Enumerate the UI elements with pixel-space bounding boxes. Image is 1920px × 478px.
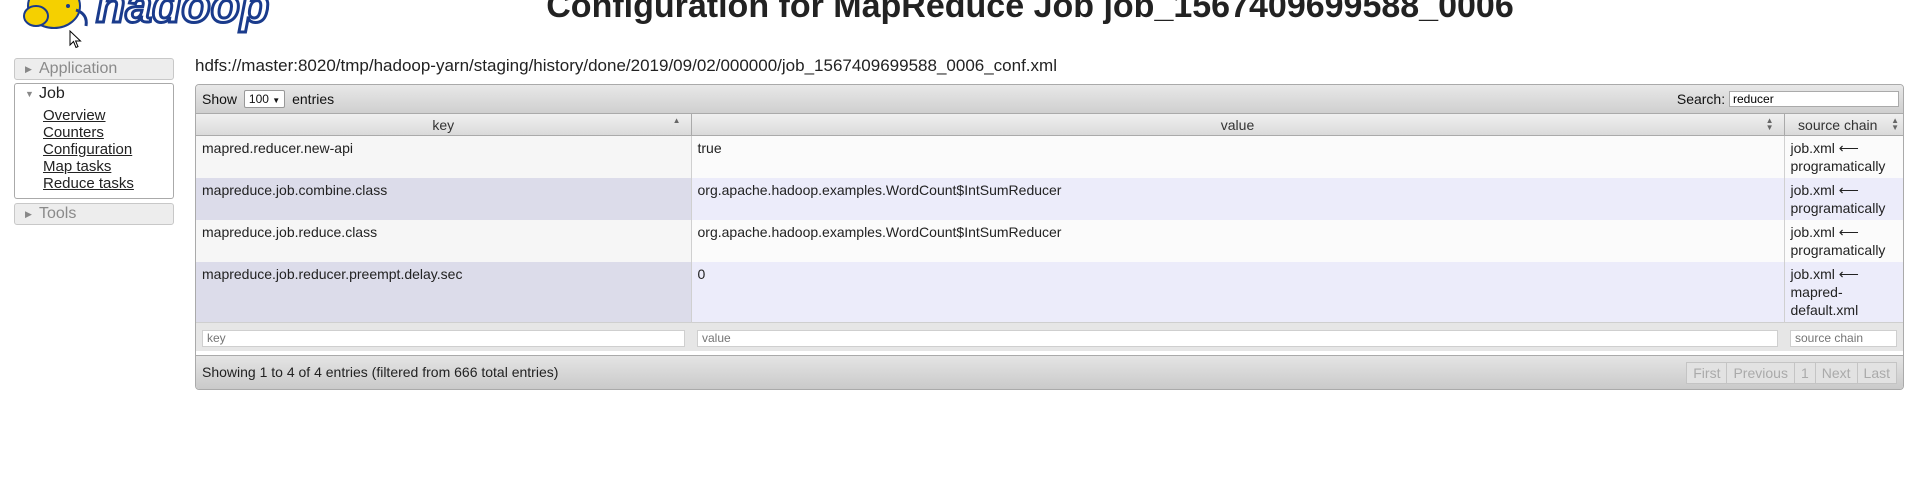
table-row: mapreduce.job.reducer.preempt.delay.sec … [196, 262, 1903, 323]
page-header: hadoop Configuration for MapReduce Job j… [0, 0, 1920, 44]
filter-row [196, 322, 1903, 351]
page-length-value: 100 [248, 92, 269, 106]
sort-asc-icon: ▲ [672, 116, 681, 125]
triangle-right-icon: ▶ [25, 209, 32, 219]
conf-table: key ▲ value ▲ ▼ source chain ▲ ▼ mapred.reduc… [196, 114, 1903, 351]
table-row: mapreduce.job.reduce.class org.apache.ha… [196, 220, 1903, 262]
conf-table-wrapper: Show 100 ▼ entries Search: key ▲ value ▲▼ … [195, 84, 1904, 390]
table-info: Showing 1 to 4 of 4 entries (filtered fr… [202, 364, 559, 380]
column-label: source chain [1798, 116, 1878, 133]
cell-value: 0 [691, 262, 1785, 323]
column-header-value[interactable]: value ▲ ▼ [691, 114, 1785, 136]
cell-key: mapreduce.job.reducer.preempt.delay.sec [196, 262, 692, 323]
pagination: First Previous 1 Next Last [1686, 362, 1897, 384]
cell-source: job.xml ⟵ programatically [1784, 178, 1903, 220]
sort-both-icon: ▲ ▼ [1765, 116, 1774, 132]
cell-value: true [691, 135, 1785, 178]
filter-source-input[interactable] [1790, 329, 1897, 347]
column-label: key [432, 116, 455, 133]
link-reduce-tasks[interactable]: Reduce tasks [43, 175, 173, 192]
page-length-select[interactable]: 100 ▼ [243, 90, 286, 108]
link-overview[interactable]: Overview [43, 107, 173, 124]
sort-both-icon: ▲ ▼ [1891, 116, 1899, 132]
cell-source: job.xml ⟵ mapred-default.xml [1784, 262, 1903, 323]
filter-key-input[interactable] [202, 329, 685, 347]
cell-value: org.apache.hadoop.examples.WordCount$Int… [691, 220, 1785, 262]
pager-page-1-button[interactable]: 1 [1793, 362, 1816, 384]
cell-key: mapred.reducer.new-api [196, 135, 692, 178]
page-title: Configuration for MapReduce Job job_1567… [546, 0, 1514, 25]
sidebar-section-job[interactable]: ▼ Job [14, 83, 174, 104]
dropdown-arrow-icon: ▼ [272, 96, 281, 105]
sidebar-section-label: Application [39, 60, 118, 77]
show-label: Show [202, 91, 238, 107]
conf-file-path: hdfs://master:8020/tmp/hadoop-yarn/stagi… [195, 56, 1057, 75]
search-control: Search: [1677, 85, 1899, 113]
column-header-source-chain[interactable]: source chain ▲ ▼ [1784, 114, 1903, 136]
cell-key: mapreduce.job.combine.class [196, 178, 692, 220]
mouse-cursor-icon [69, 30, 82, 49]
search-input[interactable] [1729, 91, 1899, 107]
pager-next-button[interactable]: Next [1814, 362, 1858, 384]
column-label: value [1220, 116, 1255, 133]
pager-first-button[interactable]: First [1686, 362, 1728, 384]
table-toolbar: Show 100 ▼ entries Search: [196, 85, 1903, 114]
job-links: Overview Counters Configuration Map task… [14, 104, 174, 199]
entries-label: entries [292, 91, 335, 107]
triangle-right-icon: ▶ [25, 64, 32, 74]
pager-last-button[interactable]: Last [1856, 362, 1897, 384]
link-map-tasks[interactable]: Map tasks [43, 158, 173, 175]
table-footer: Showing 1 to 4 of 4 entries (filtered fr… [196, 355, 1903, 389]
link-configuration[interactable]: Configuration [43, 141, 173, 158]
cell-key: mapreduce.job.reduce.class [196, 220, 692, 262]
column-header-key[interactable]: key ▲ [196, 114, 692, 136]
pager-previous-button[interactable]: Previous [1726, 362, 1795, 384]
sidebar-section-label: Tools [39, 205, 77, 222]
triangle-down-icon: ▼ [25, 89, 34, 99]
cell-source: job.xml ⟵ programatically [1784, 135, 1903, 178]
cell-source: job.xml ⟵ programatically [1784, 220, 1903, 262]
table-row: mapred.reducer.new-api true job.xml ⟵ pr… [196, 135, 1903, 178]
sidebar-section-tools[interactable]: ▶ Tools [14, 203, 174, 225]
search-label: Search: [1676, 91, 1726, 107]
sidebar: ▶ Application ▼ Job Overview Counters Conf… [14, 58, 174, 228]
page-length-control: Show 100 ▼ entries [202, 85, 334, 113]
filter-value-input[interactable] [697, 329, 1778, 347]
link-counters[interactable]: Counters [43, 124, 173, 141]
table-row: mapreduce.job.combine.class org.apache.h… [196, 178, 1903, 220]
sidebar-section-label: Job [39, 85, 65, 102]
cell-value: org.apache.hadoop.examples.WordCount$Int… [691, 178, 1785, 220]
sidebar-section-application[interactable]: ▶ Application [14, 58, 174, 80]
